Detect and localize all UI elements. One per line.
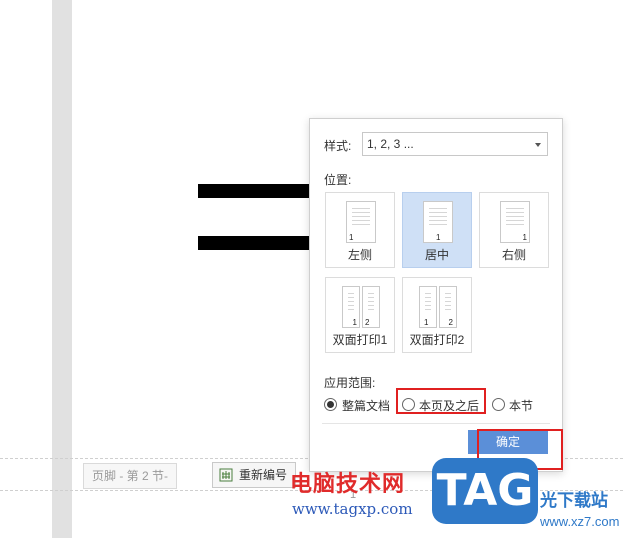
position-left-tile[interactable]: 1 左侧 — [325, 192, 395, 268]
page-preview-icon: 1 — [419, 286, 437, 328]
page-preview-icon: 1 — [346, 201, 376, 243]
page-number-dialog: 样式: 1, 2, 3 ... 位置: 1 左侧 1 居中 1 右侧 1 2 双… — [309, 118, 563, 472]
document-equals-bar-top — [198, 184, 318, 198]
renumber-icon — [219, 468, 233, 482]
position-duplex2-label: 双面打印2 — [409, 333, 465, 347]
radio-this-section-label: 本节 — [509, 399, 534, 413]
position-duplex1-tile[interactable]: 1 2 双面打印1 — [325, 277, 395, 353]
position-duplex1-label: 双面打印1 — [332, 333, 388, 347]
style-select-value: 1, 2, 3 ... — [367, 137, 414, 151]
highlight-this-page-onward — [396, 388, 486, 414]
page-preview-icon: 2 — [362, 286, 380, 328]
page-preview-icon: 1 — [342, 286, 360, 328]
renumber-button[interactable]: 重新编号 — [212, 462, 297, 488]
page-preview-icon: 2 — [439, 286, 457, 328]
watermark-site-name: 电脑技术网 — [290, 471, 406, 496]
radio-whole-document-label: 整篇文档 — [342, 399, 391, 413]
radio-whole-document[interactable] — [324, 398, 337, 411]
watermark-site-url: www.tagxp.com — [292, 500, 413, 518]
renumber-label: 重新编号 — [239, 468, 288, 482]
position-center-tile[interactable]: 1 居中 — [402, 192, 472, 268]
radio-this-section[interactable] — [492, 398, 505, 411]
position-duplex2-tile[interactable]: 1 2 双面打印2 — [402, 277, 472, 353]
watermark-download-url: www.xz7.com — [540, 514, 620, 529]
style-select[interactable]: 1, 2, 3 ... — [362, 132, 548, 156]
footer-section-tag: 页脚 - 第 2 节- — [83, 463, 178, 489]
position-right-label: 右侧 — [501, 248, 526, 262]
page-preview-icon: 1 — [423, 201, 453, 243]
chevron-down-icon — [535, 143, 541, 147]
position-right-tile[interactable]: 1 右侧 — [479, 192, 549, 268]
apply-range-label: 应用范围: — [324, 376, 376, 390]
position-left-label: 左侧 — [347, 248, 372, 262]
style-label: 样式: — [324, 139, 352, 153]
watermark-download-site: 光下载站 — [540, 491, 608, 510]
position-center-label: 居中 — [424, 248, 449, 262]
dialog-divider — [322, 423, 550, 424]
document-equals-bar-bottom — [198, 236, 318, 250]
position-label: 位置: — [324, 173, 352, 187]
page-preview-icon: 1 — [500, 201, 530, 243]
watermark-tag-logo: TAG — [432, 458, 538, 524]
